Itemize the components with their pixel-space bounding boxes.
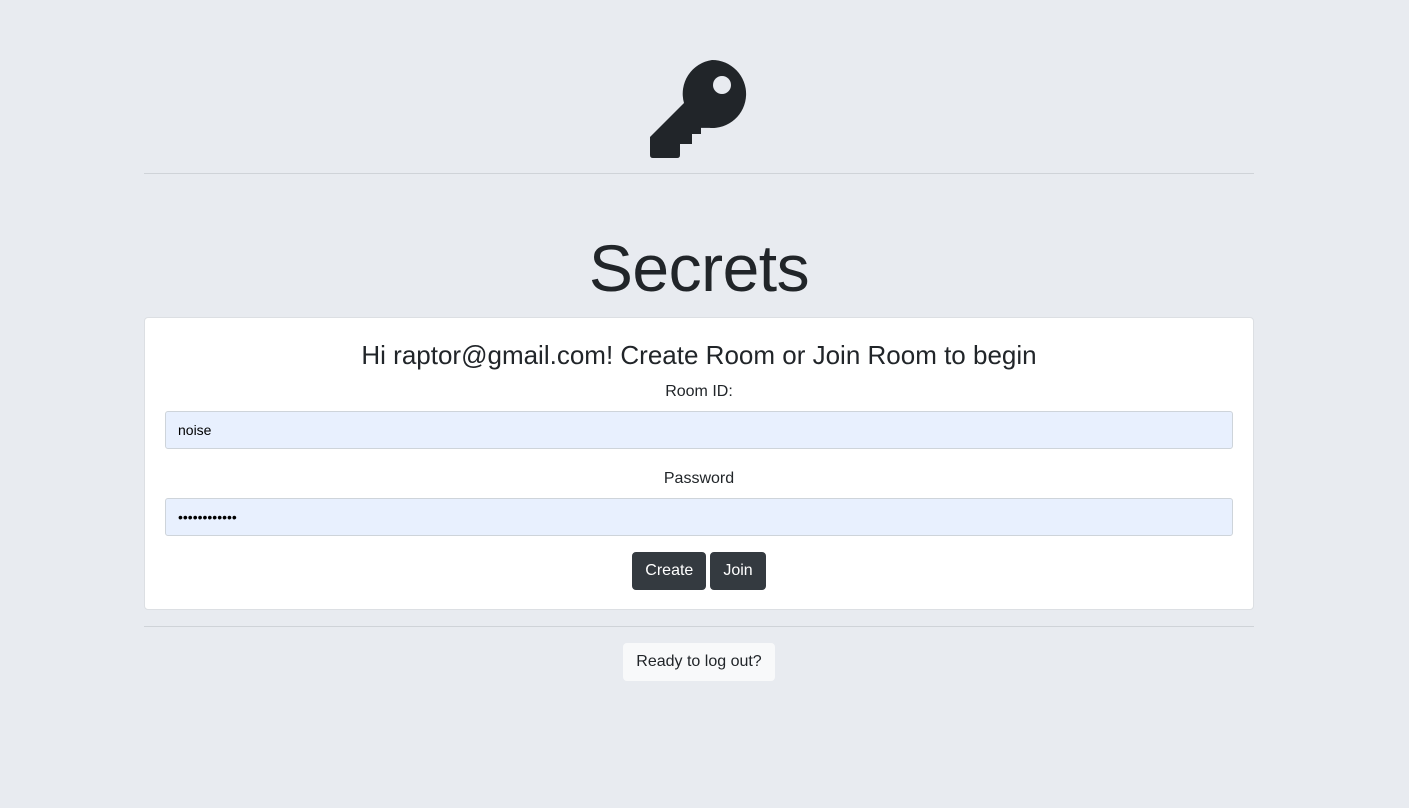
logout-button[interactable]: Ready to log out? [623,643,775,681]
page-title: Secrets [588,231,810,305]
bottom-divider [144,626,1254,627]
room-id-label: Room ID: [665,383,733,400]
create-button[interactable]: Create [632,552,707,590]
password-input[interactable] [165,498,1233,536]
logout-area: Ready to log out? [144,643,1254,681]
action-buttons: Create Join [165,552,1233,590]
page-container: Secrets Hi raptor@gmail.com! Create Room… [144,0,1254,681]
password-label: Password [663,470,735,487]
logo-area [144,0,1254,173]
room-card: Hi raptor@gmail.com! Create Room or Join… [144,317,1254,610]
greeting-heading: Hi raptor@gmail.com! Create Room or Join… [361,340,1037,370]
top-divider [144,173,1254,174]
key-icon [650,60,747,158]
join-button[interactable]: Join [710,552,766,590]
room-id-input[interactable] [165,411,1233,449]
